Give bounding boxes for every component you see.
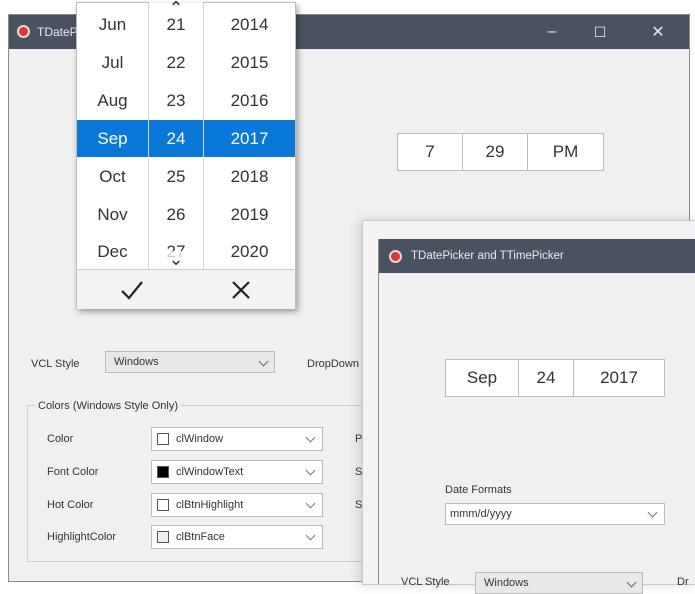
hot-color-value: clBtnHighlight bbox=[176, 499, 244, 511]
year-item-selected[interactable]: 2017 bbox=[204, 120, 295, 157]
day-item[interactable]: 22 bbox=[149, 44, 203, 81]
date-formats-combo[interactable]: mmm/d/yyyy bbox=[445, 503, 665, 525]
close-button[interactable]: ✕ bbox=[635, 15, 681, 49]
highlight-color-combo[interactable]: clBtnFace bbox=[151, 525, 323, 549]
colors-group-title: Colors (Windows Style Only) bbox=[35, 400, 181, 412]
month-item[interactable]: Dec bbox=[77, 233, 148, 270]
hot-color-swatch bbox=[157, 499, 169, 511]
color-swatch bbox=[157, 433, 169, 445]
cancel-button[interactable] bbox=[186, 270, 295, 309]
font-color-swatch bbox=[157, 466, 169, 478]
close-icon bbox=[231, 280, 250, 299]
ampm-field[interactable]: PM bbox=[527, 133, 604, 171]
vcl-style-combo[interactable]: Windows bbox=[105, 351, 275, 373]
dropdown-label: DropDown bbox=[307, 358, 359, 370]
second-vcl-style-value: Windows bbox=[484, 577, 529, 589]
year-item[interactable]: 2018 bbox=[204, 158, 295, 195]
font-color-label: Font Color bbox=[47, 466, 99, 478]
year-field[interactable]: 2017 bbox=[573, 359, 665, 397]
year-item[interactable]: 2015 bbox=[204, 44, 295, 81]
hour-field[interactable]: 7 bbox=[397, 133, 463, 171]
month-item[interactable]: Nov bbox=[77, 196, 148, 233]
second-window-title: TDatePicker and TTimePicker bbox=[411, 250, 564, 262]
date-formats-value: mmm/d/yyyy bbox=[450, 508, 512, 520]
month-item[interactable]: Oct bbox=[77, 158, 148, 195]
day-field[interactable]: 24 bbox=[518, 359, 574, 397]
month-item[interactable]: Jul bbox=[77, 44, 148, 81]
month-field[interactable]: Sep bbox=[445, 359, 519, 397]
app-icon bbox=[389, 250, 402, 263]
minimize-button[interactable]: – bbox=[529, 15, 575, 49]
highlight-color-swatch bbox=[157, 531, 169, 543]
second-window: TDatePicker and TTimePicker Sep 24 2017 … bbox=[378, 239, 695, 594]
highlight-color-label: HighlightColor bbox=[47, 531, 117, 543]
chevron-down-icon bbox=[305, 498, 316, 509]
second-vcl-style-label: VCL Style bbox=[401, 576, 450, 588]
date-picker-dropdown: Jun Jul Aug Sep Oct Nov Dec 21 22 23 24 … bbox=[76, 0, 296, 309]
highlight-color-value: clBtnFace bbox=[176, 531, 225, 543]
vcl-style-label: VCL Style bbox=[31, 358, 80, 370]
year-item[interactable]: 2014 bbox=[204, 6, 295, 43]
chevron-down-icon bbox=[305, 530, 316, 541]
month-column[interactable]: Jun Jul Aug Sep Oct Nov Dec bbox=[77, 3, 148, 269]
chevron-down-icon bbox=[258, 356, 269, 367]
day-column[interactable]: 21 22 23 24 25 26 27 ⌃ ⌄ bbox=[149, 0, 203, 269]
second-dropdown-label-partial: Dr bbox=[677, 576, 689, 588]
checkmark-icon bbox=[120, 280, 143, 300]
year-item[interactable]: 2019 bbox=[204, 196, 295, 233]
year-column[interactable]: 2014 2015 2016 2017 2018 2019 2020 bbox=[204, 3, 295, 269]
day-item-selected[interactable]: 24 bbox=[149, 120, 203, 157]
month-item[interactable]: Jun bbox=[77, 6, 148, 43]
date-formats-label: Date Formats bbox=[445, 484, 512, 496]
second-vcl-style-combo[interactable]: Windows bbox=[475, 572, 643, 594]
day-item[interactable]: 23 bbox=[149, 82, 203, 119]
maximize-button[interactable]: ☐ bbox=[577, 15, 623, 49]
chevron-down-icon bbox=[305, 432, 316, 443]
year-item[interactable]: 2020 bbox=[204, 233, 295, 270]
month-item[interactable]: Aug bbox=[77, 82, 148, 119]
accept-button[interactable] bbox=[77, 270, 186, 309]
second-title-bar[interactable]: TDatePicker and TTimePicker bbox=[379, 239, 695, 273]
vcl-style-value: Windows bbox=[114, 356, 159, 368]
font-color-combo[interactable]: clWindowText bbox=[151, 460, 323, 484]
hot-color-combo[interactable]: clBtnHighlight bbox=[151, 493, 323, 517]
day-item[interactable]: 26 bbox=[149, 196, 203, 233]
chevron-down-icon bbox=[647, 507, 658, 518]
font-color-value: clWindowText bbox=[176, 466, 244, 478]
picker-footer bbox=[77, 269, 295, 309]
month-item-selected[interactable]: Sep bbox=[77, 120, 148, 157]
scroll-down-icon[interactable]: ⌄ bbox=[149, 250, 203, 268]
chevron-down-icon bbox=[305, 465, 316, 476]
color-label: Color bbox=[47, 433, 74, 445]
color-value: clWindow bbox=[176, 433, 224, 445]
app-icon bbox=[17, 25, 30, 38]
second-window-frame: TDatePicker and TTimePicker Sep 24 2017 … bbox=[362, 220, 695, 594]
year-item[interactable]: 2016 bbox=[204, 82, 295, 119]
minute-field[interactable]: 29 bbox=[462, 133, 528, 171]
hot-color-label: Hot Color bbox=[47, 499, 94, 511]
day-item[interactable]: 25 bbox=[149, 158, 203, 195]
color-combo[interactable]: clWindow bbox=[151, 427, 323, 451]
scroll-up-icon[interactable]: ⌃ bbox=[149, 0, 203, 17]
